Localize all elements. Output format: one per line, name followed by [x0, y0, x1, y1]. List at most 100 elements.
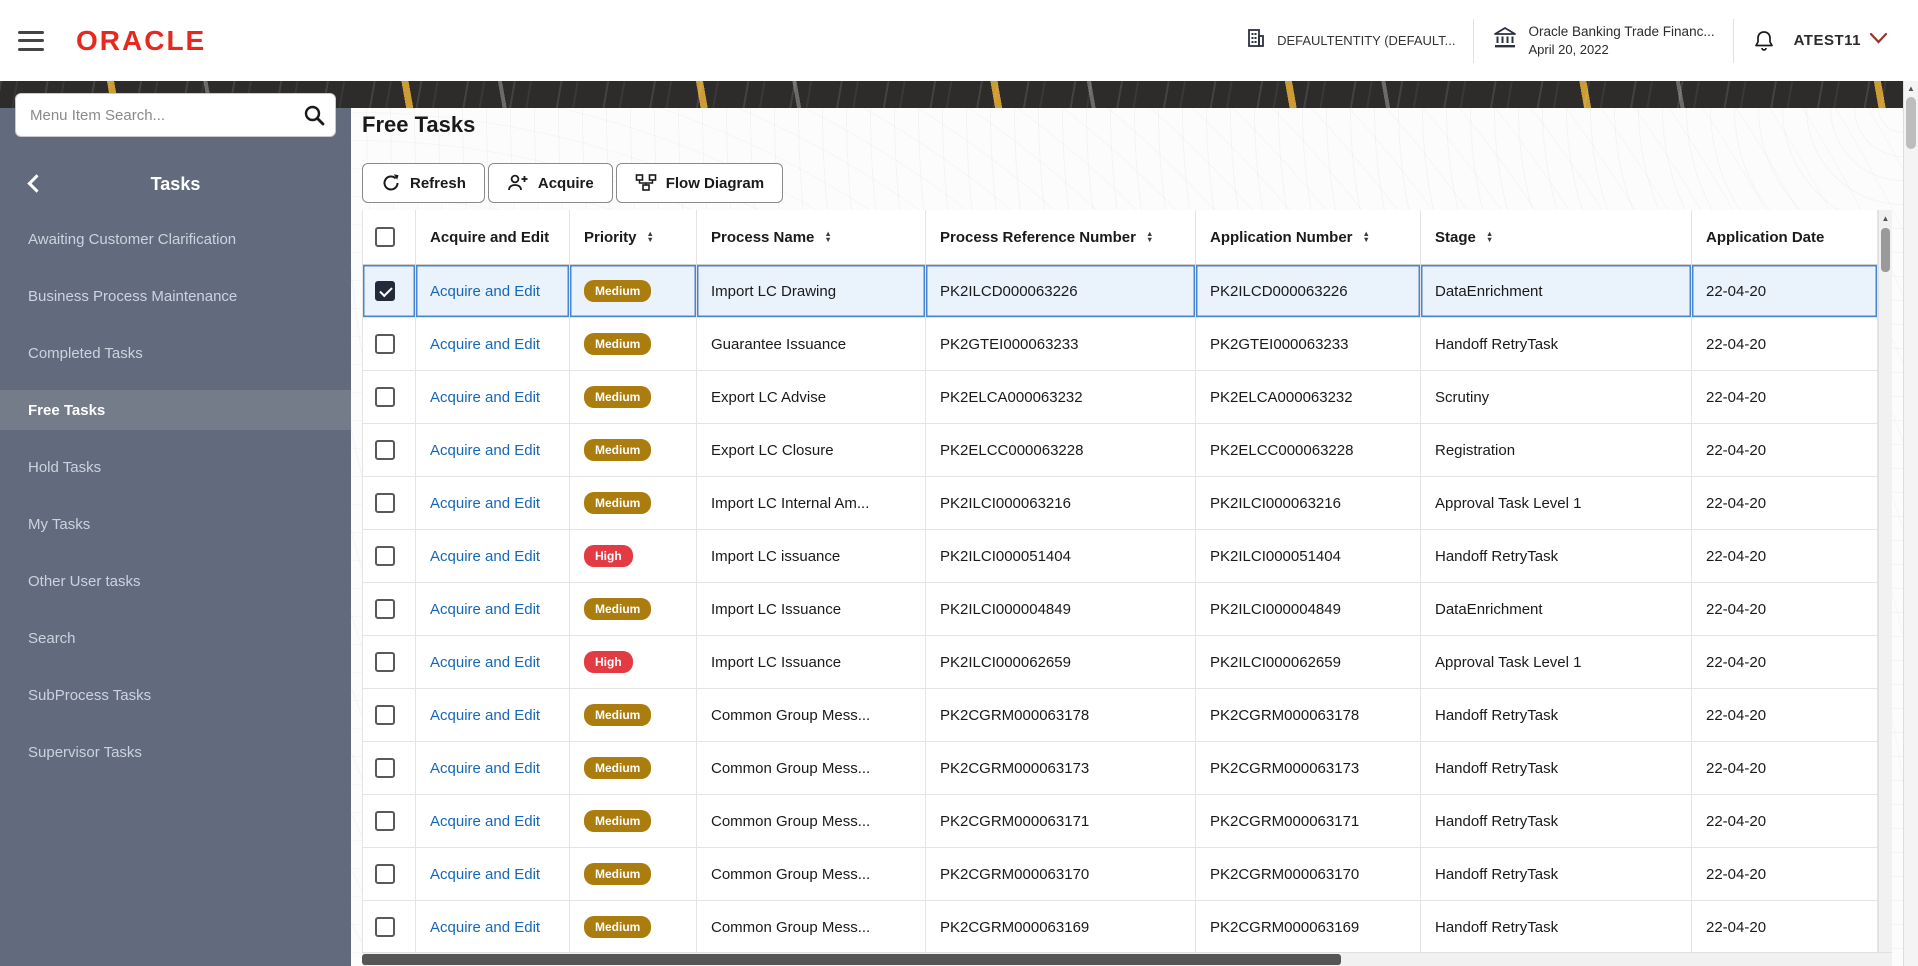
acquire-and-edit-link[interactable]: Acquire and Edit [430, 389, 540, 406]
process-reference-cell: PK2ILCI000051404 [926, 530, 1196, 583]
process-reference-cell: PK2ELCA000063232 [926, 371, 1196, 424]
stage-cell: Handoff RetryTask [1421, 689, 1692, 742]
acquire-and-edit-link[interactable]: Acquire and Edit [430, 601, 540, 618]
row-checkbox[interactable] [375, 652, 395, 672]
table-horizontal-scrollbar[interactable] [362, 952, 1892, 966]
application-number-cell: PK2GTEI000063233 [1196, 318, 1421, 371]
building-icon [1245, 27, 1267, 54]
priority-cell: Medium [570, 477, 697, 530]
sidebar-item-free-tasks[interactable]: Free Tasks [0, 390, 351, 430]
row-checkbox[interactable] [375, 546, 395, 566]
table-vertical-scrollbar[interactable]: ▲ [1878, 210, 1892, 952]
checkbox-cell [362, 477, 416, 530]
sidebar-item-other-user-tasks[interactable]: Other User tasks [0, 561, 351, 601]
sidebar-item-my-tasks[interactable]: My Tasks [0, 504, 351, 544]
row-checkbox[interactable] [375, 811, 395, 831]
acquire-and-edit-link[interactable]: Acquire and Edit [430, 336, 540, 353]
app-name: Oracle Banking Trade Financ... [1528, 24, 1715, 39]
priority-cell: High [570, 636, 697, 689]
sort-icon[interactable]: ▲ ▼ [1486, 230, 1493, 244]
action-cell: Acquire and Edit [416, 636, 570, 689]
application-number-cell: PK2ILCI000062659 [1196, 636, 1421, 689]
row-checkbox[interactable] [375, 440, 395, 460]
entity-selector[interactable]: DEFAULTENTITY (DEFAULT... [1245, 27, 1455, 54]
column-label: Acquire and Edit [430, 228, 550, 246]
acquire-and-edit-link[interactable]: Acquire and Edit [430, 760, 540, 777]
sidebar-item-search[interactable]: Search [0, 618, 351, 658]
acquire-and-edit-link[interactable]: Acquire and Edit [430, 495, 540, 512]
row-checkbox[interactable] [375, 864, 395, 884]
application-number-cell: PK2ILCI000051404 [1196, 530, 1421, 583]
acquire-and-edit-link[interactable]: Acquire and Edit [430, 866, 540, 883]
row-checkbox[interactable] [375, 281, 395, 301]
notifications-bell-icon[interactable] [1752, 29, 1776, 53]
column-header-process-reference-number[interactable]: Process Reference Number ▲ ▼ [926, 210, 1196, 265]
row-checkbox[interactable] [375, 334, 395, 354]
tasks-table-body: Acquire and Edit Medium Import LC Drawing P… [362, 265, 1878, 952]
scrollbar-thumb[interactable] [1906, 97, 1916, 149]
menu-search-input[interactable] [16, 94, 335, 136]
row-checkbox[interactable] [375, 917, 395, 937]
app-info[interactable]: Oracle Banking Trade Financ... April 20,… [1492, 24, 1715, 57]
sort-icon[interactable]: ▲ ▼ [1146, 230, 1153, 244]
stage-cell: DataEnrichment [1421, 583, 1692, 636]
scrollbar-thumb[interactable] [1881, 228, 1890, 272]
sidebar-item-hold-tasks[interactable]: Hold Tasks [0, 447, 351, 487]
acquire-and-edit-link[interactable]: Acquire and Edit [430, 919, 540, 936]
table-row: Acquire and Edit Medium Import LC Issuance… [362, 583, 1878, 636]
acquire-and-edit-link[interactable]: Acquire and Edit [430, 442, 540, 459]
acquire-button[interactable]: Acquire [487, 163, 613, 203]
table-row: Acquire and Edit Medium Guarantee Issuance… [362, 318, 1878, 371]
priority-cell: High [570, 530, 697, 583]
sidebar-item-business-process-maintenance[interactable]: Business Process Maintenance [0, 276, 351, 316]
sidebar-item-subprocess-tasks[interactable]: SubProcess Tasks [0, 675, 351, 715]
priority-badge: Medium [584, 916, 652, 938]
acquire-and-edit-link[interactable]: Acquire and Edit [430, 548, 540, 565]
sort-icon[interactable]: ▲ ▼ [647, 230, 654, 244]
row-checkbox[interactable] [375, 599, 395, 619]
application-date-cell: 22-04-20 [1692, 477, 1878, 530]
search-icon[interactable] [303, 104, 325, 131]
sort-icon[interactable]: ▲ ▼ [824, 230, 831, 244]
column-label: Process Reference Number [940, 228, 1136, 246]
acquire-and-edit-link[interactable]: Acquire and Edit [430, 707, 540, 724]
acquire-and-edit-link[interactable]: Acquire and Edit [430, 283, 540, 300]
acquire-and-edit-link[interactable]: Acquire and Edit [430, 813, 540, 830]
sort-icon[interactable]: ▲ ▼ [1363, 230, 1370, 244]
row-checkbox[interactable] [375, 758, 395, 778]
acquire-icon [507, 173, 529, 193]
sidebar: Tasks Awaiting Customer Clarification Bus… [0, 81, 351, 966]
sidebar-item-completed-tasks[interactable]: Completed Tasks [0, 333, 351, 373]
sidebar-item-supervisor-tasks[interactable]: Supervisor Tasks [0, 732, 351, 772]
scroll-up-arrow-icon[interactable]: ▲ [1879, 210, 1892, 223]
user-menu[interactable]: ATEST11 [1794, 32, 1888, 50]
acquire-and-edit-link[interactable]: Acquire and Edit [430, 654, 540, 671]
row-checkbox[interactable] [375, 493, 395, 513]
scrollbar-thumb[interactable] [362, 954, 1342, 965]
row-checkbox[interactable] [375, 387, 395, 407]
page-vertical-scrollbar[interactable]: ▲ [1903, 81, 1918, 966]
stage-cell: Approval Task Level 1 [1421, 477, 1692, 530]
application-number-cell: PK2ILCI000063216 [1196, 477, 1421, 530]
table-row: Acquire and Edit High Import LC Issuance PK… [362, 636, 1878, 689]
column-header-application-number[interactable]: Application Number ▲ ▼ [1196, 210, 1421, 265]
process-reference-cell: PK2CGRM000063171 [926, 795, 1196, 848]
page-title: Free Tasks [362, 112, 476, 137]
refresh-button[interactable]: Refresh [362, 163, 485, 203]
application-date-cell: 22-04-20 [1692, 583, 1878, 636]
tasks-table-container: Acquire and Edit Priority ▲ ▼ Process Name ▲ ▼… [362, 210, 1892, 952]
menu-search-box [15, 93, 336, 137]
hamburger-menu-icon[interactable] [18, 30, 44, 51]
row-checkbox[interactable] [375, 705, 395, 725]
sidebar-item-awaiting-customer-clarification[interactable]: Awaiting Customer Clarification [0, 219, 351, 259]
scroll-up-arrow-icon[interactable]: ▲ [1904, 81, 1918, 93]
column-header-process-name[interactable]: Process Name ▲ ▼ [697, 210, 926, 265]
table-row: Acquire and Edit Medium Common Group Mess.… [362, 848, 1878, 901]
flow-diagram-button[interactable]: Flow Diagram [615, 163, 784, 203]
column-header-stage[interactable]: Stage ▲ ▼ [1421, 210, 1692, 265]
select-all-checkbox[interactable] [375, 227, 395, 247]
action-cell: Acquire and Edit [416, 530, 570, 583]
column-header-priority[interactable]: Priority ▲ ▼ [570, 210, 697, 265]
action-cell: Acquire and Edit [416, 848, 570, 901]
application-number-cell: PK2ILCD000063226 [1196, 265, 1421, 318]
